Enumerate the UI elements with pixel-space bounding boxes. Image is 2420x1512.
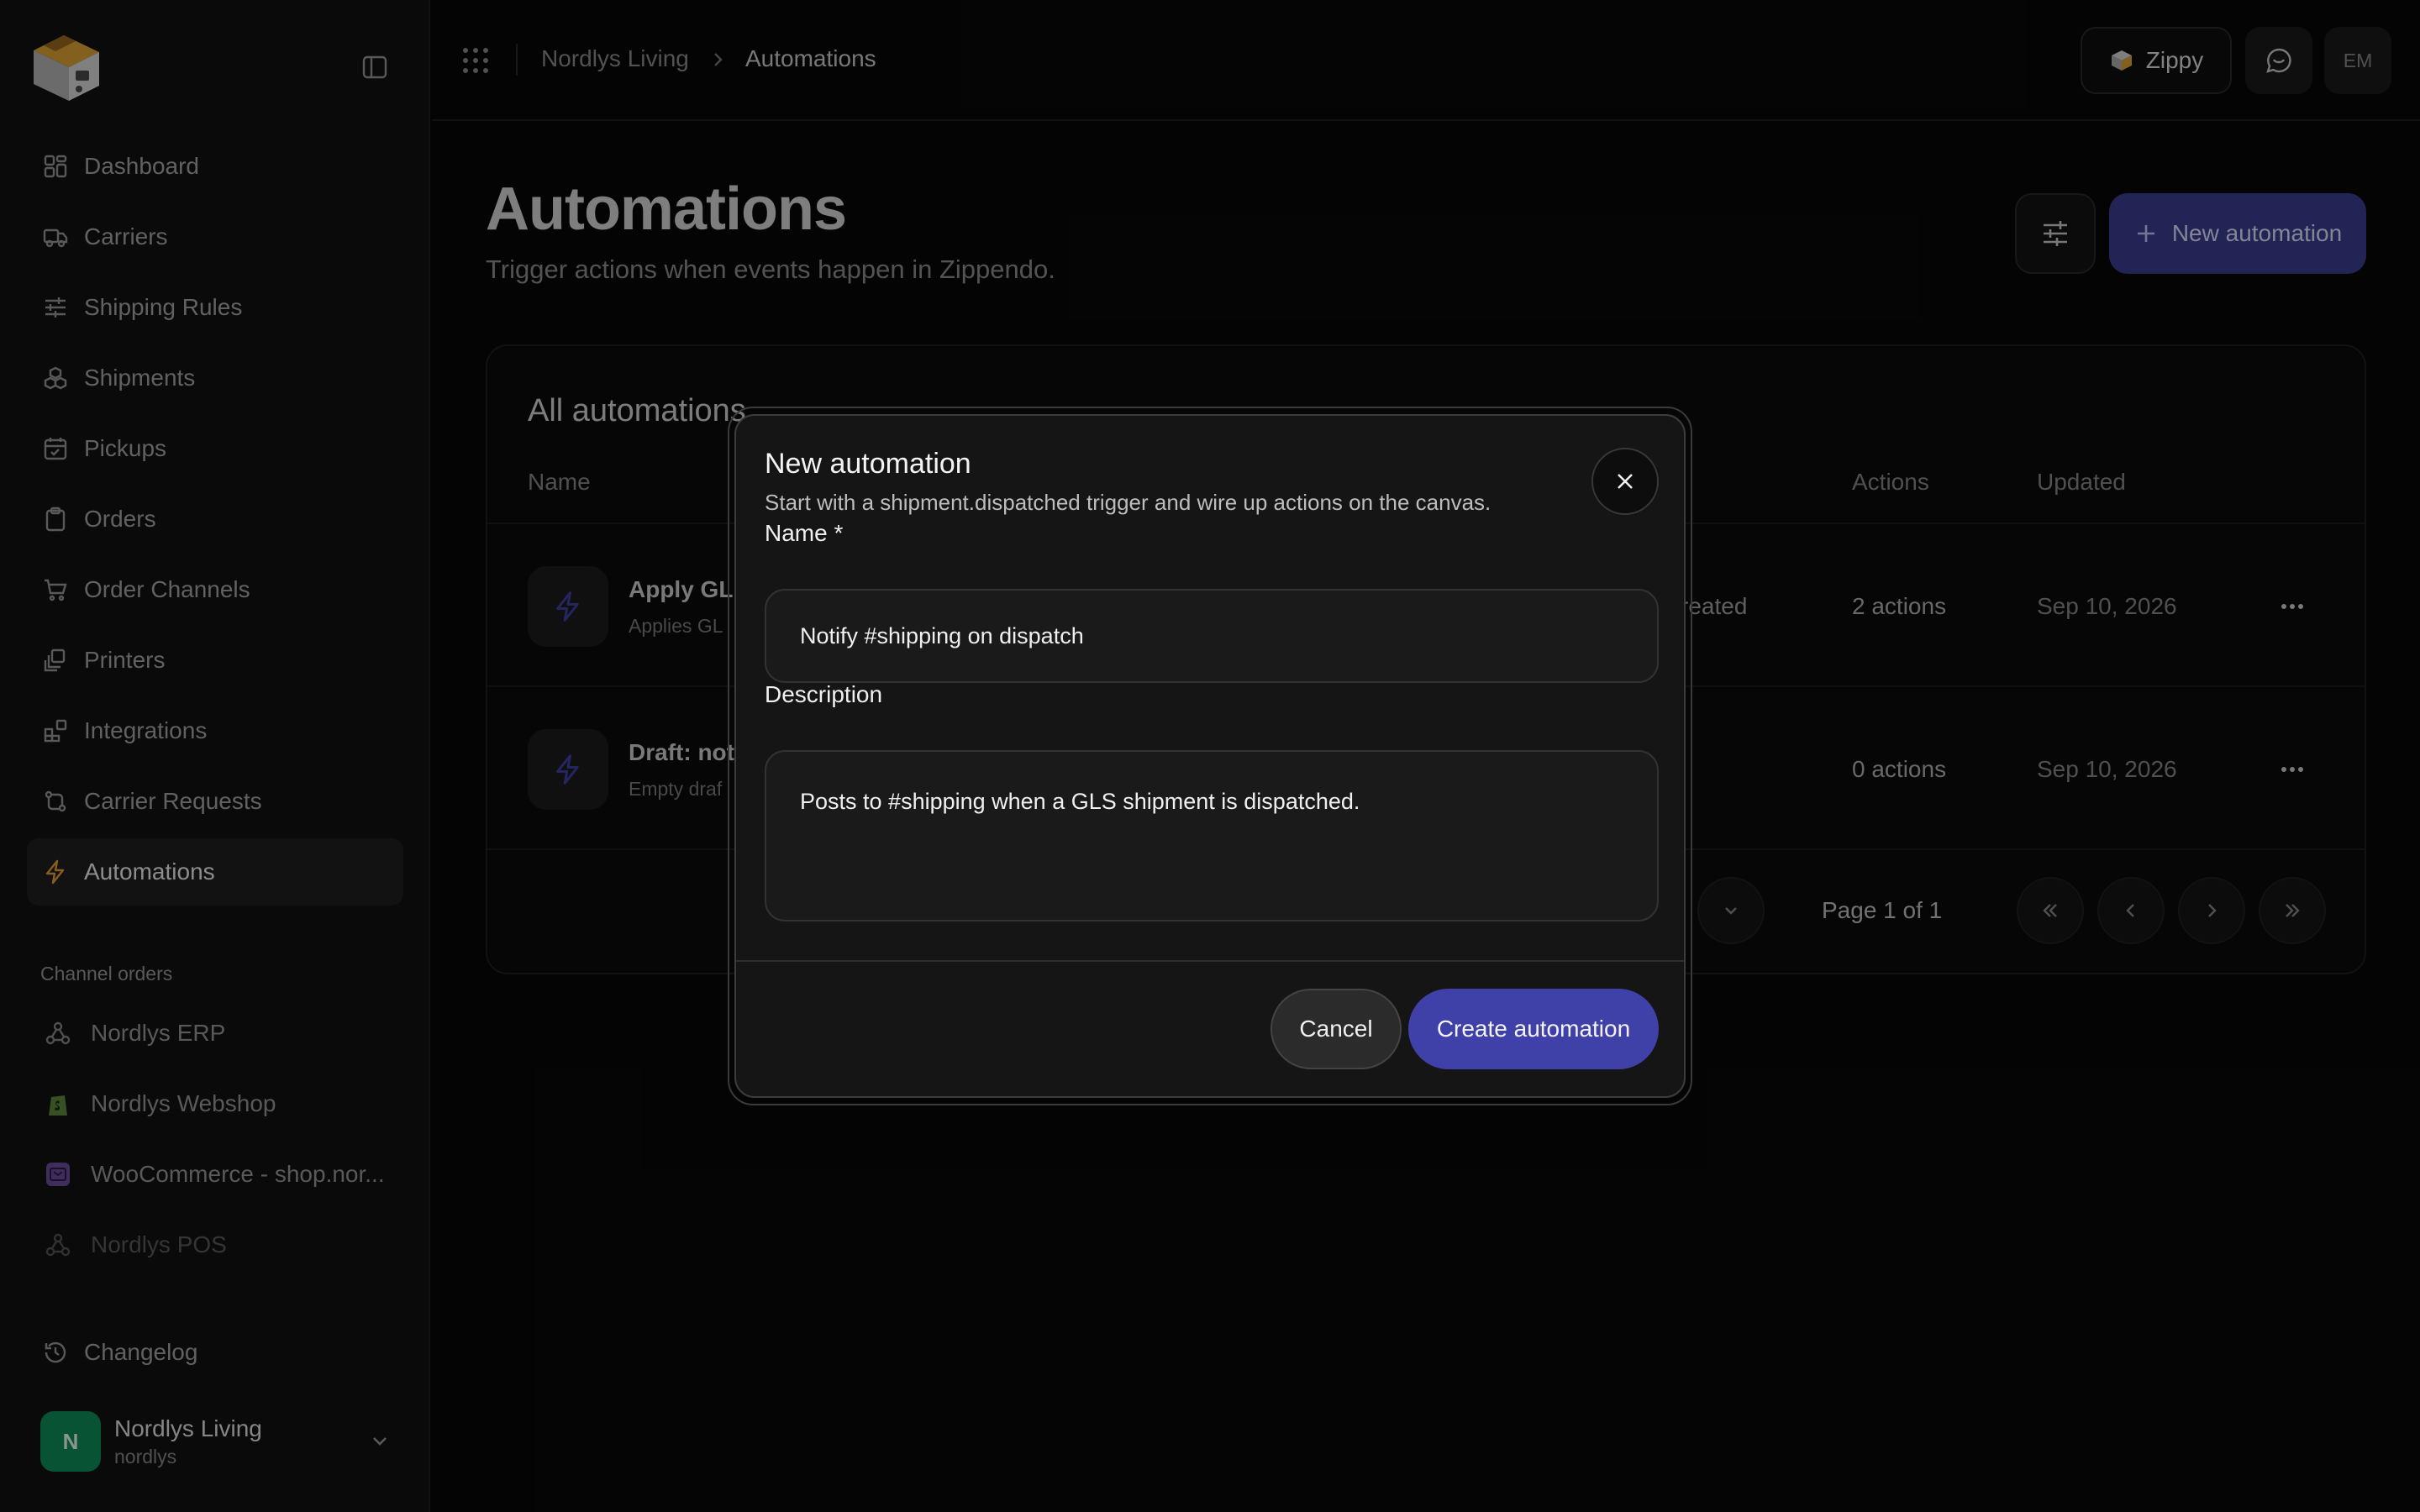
name-label: Name *: [765, 520, 844, 546]
dialog-title: New automation: [765, 448, 971, 480]
new-automation-dialog: New automation Start with a shipment.dis…: [734, 414, 1686, 1098]
automation-name-input[interactable]: [765, 589, 1659, 683]
close-icon: [1618, 474, 1633, 489]
close-button[interactable]: [1591, 448, 1659, 515]
dialog-subtitle: Start with a shipment.dispatched trigger…: [765, 490, 1491, 515]
divider: [736, 960, 1684, 962]
description-label: Description: [765, 681, 883, 707]
create-automation-button[interactable]: Create automation: [1408, 989, 1659, 1069]
cancel-button[interactable]: Cancel: [1270, 989, 1402, 1069]
automation-description-input[interactable]: Posts to #shipping when a GLS shipment i…: [765, 750, 1659, 921]
